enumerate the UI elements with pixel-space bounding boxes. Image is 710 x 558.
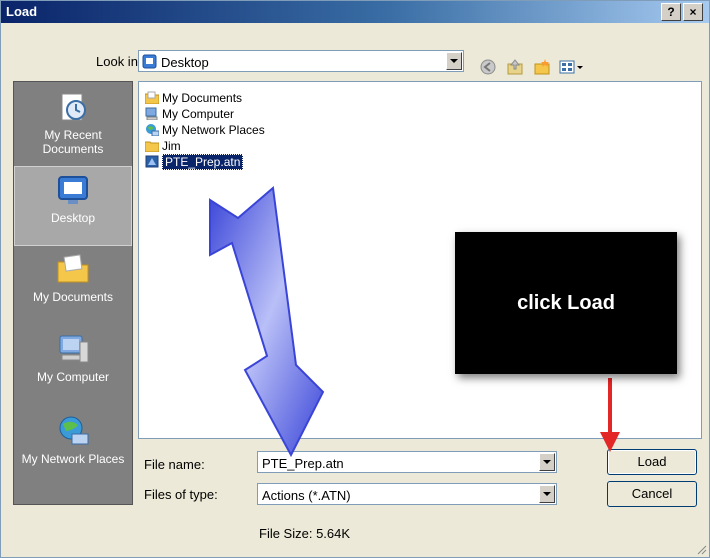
tutorial-callout: click Load bbox=[455, 232, 677, 374]
big-arrow-icon bbox=[209, 186, 325, 458]
callout-text: click Load bbox=[517, 292, 615, 314]
red-arrow-head-icon bbox=[600, 432, 620, 452]
